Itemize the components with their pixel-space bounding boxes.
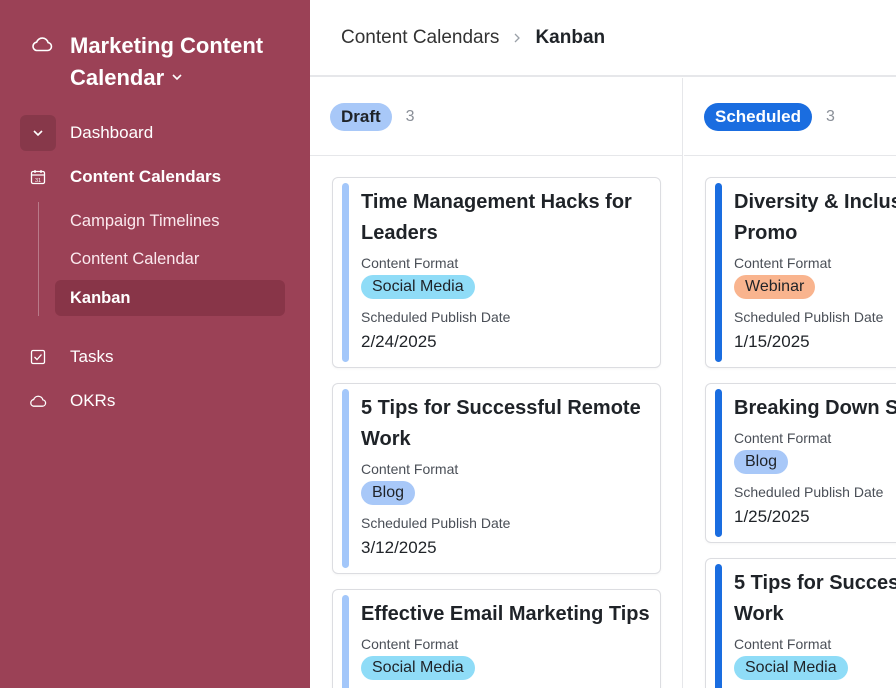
sidebar-item-tasks[interactable]: Tasks — [20, 339, 285, 375]
svg-text:31: 31 — [35, 178, 41, 184]
sidebar-item-label: Dashboard — [70, 123, 154, 142]
cloud-icon — [20, 383, 56, 419]
chevron-down-icon[interactable] — [20, 115, 56, 151]
card-title: Diversity & Inclusion — [734, 191, 896, 213]
field-label: Content Format — [361, 461, 459, 477]
subnav-line — [38, 202, 39, 316]
chevron-right-icon — [514, 33, 521, 42]
sidebar-subitem-campaign-timelines[interactable]: Campaign Timelines — [55, 203, 285, 239]
kanban-card[interactable]: Diversity & Inclusion Promo Content Form… — [705, 177, 896, 368]
sidebar-item-content-calendars[interactable]: 31 Content Calendars — [20, 159, 285, 195]
column-header: Scheduled 3 — [704, 103, 835, 131]
publish-date: 3/12/2025 — [361, 538, 437, 557]
workspace-title: Marketing Content Calendar — [70, 33, 264, 90]
card-status-bar — [342, 389, 349, 568]
sidebar-item-label: Content Calendars — [70, 167, 222, 186]
field-label: Scheduled Publish Date — [361, 515, 511, 531]
kanban-card[interactable]: Time Management Hacks for Leaders Conten… — [332, 177, 661, 368]
publish-date: 1/15/2025 — [734, 332, 810, 351]
publish-date: 1/25/2025 — [734, 507, 810, 526]
column-divider — [684, 155, 896, 156]
cloud-icon — [32, 37, 53, 52]
card-status-bar — [715, 564, 722, 688]
column-status-pill: Draft — [330, 103, 392, 131]
card-status-bar — [715, 183, 722, 362]
card-status-bar — [715, 389, 722, 537]
header-breadcrumb: Content Calendars Kanban — [310, 0, 896, 77]
content-format-tag: Social Media — [361, 275, 475, 299]
card-title: Breaking Down S — [734, 397, 896, 419]
card-title-line2: Work — [734, 603, 784, 625]
card-status-bar — [342, 183, 349, 362]
card-title: 5 Tips for Successful Remote Work — [361, 397, 641, 450]
content-format-tag: Blog — [734, 450, 789, 474]
card-title: 5 Tips for Succes — [734, 572, 896, 594]
breadcrumb-current: Kanban — [535, 26, 606, 48]
kanban-column-draft: Draft 3 Time Management Hacks for Leader… — [310, 78, 683, 688]
column-status-pill: Scheduled — [704, 103, 812, 131]
sidebar-subitem-content-calendar[interactable]: Content Calendar — [55, 241, 285, 277]
sidebar: Marketing Content Calendar Dashboard 31 … — [0, 0, 310, 688]
card-title: Effective Email Marketing Tips — [361, 603, 650, 625]
column-count: 3 — [825, 108, 835, 125]
content-format-tag: Social Media — [361, 656, 475, 680]
kanban-card[interactable]: Effective Email Marketing Tips Content F… — [332, 589, 661, 688]
column-divider — [310, 155, 682, 156]
kanban-card[interactable]: Breaking Down S Content Format Blog Sche… — [705, 383, 896, 543]
card-status-bar — [342, 595, 349, 688]
card-title: Time Management Hacks for Leaders — [361, 191, 632, 244]
sidebar-item-dashboard[interactable]: Dashboard — [20, 115, 285, 151]
checkbox-icon — [20, 339, 56, 375]
field-label: Scheduled Publish Date — [361, 309, 511, 325]
sidebar-subitem-kanban[interactable]: Kanban — [55, 280, 285, 316]
sidebar-item-okrs[interactable]: OKRs — [20, 383, 285, 419]
field-label: Content Format — [361, 255, 459, 271]
field-label: Content Format — [361, 636, 459, 652]
workspace-switcher[interactable]: Marketing Content Calendar — [30, 30, 263, 90]
calendar-icon: 31 — [20, 159, 56, 195]
column-header: Draft 3 — [330, 103, 415, 131]
column-count: 3 — [405, 108, 415, 125]
kanban-card[interactable]: 5 Tips for Successful Remote Work Conten… — [332, 383, 661, 574]
sidebar-item-label: Tasks — [70, 347, 114, 366]
breadcrumb-parent-link[interactable]: Content Calendars — [341, 27, 499, 49]
card-title-line2: Promo — [734, 222, 798, 244]
field-label: Scheduled Publish Date — [734, 484, 884, 500]
chevron-down-icon — [172, 74, 182, 81]
field-label: Content Format — [734, 636, 832, 652]
content-format-tag: Webinar — [734, 275, 816, 299]
content-format-tag: Blog — [361, 481, 416, 505]
kanban-card[interactable]: 5 Tips for Succes Work Content Format So… — [705, 558, 896, 688]
kanban-column-scheduled: Scheduled 3 Diversity & Inclusion Promo … — [684, 78, 896, 688]
field-label: Scheduled Publish Date — [734, 309, 884, 325]
field-label: Content Format — [734, 255, 832, 271]
sidebar-item-label: OKRs — [70, 391, 116, 410]
field-label: Content Format — [734, 430, 832, 446]
content-format-tag: Social Media — [734, 656, 848, 680]
publish-date: 2/24/2025 — [361, 332, 437, 351]
